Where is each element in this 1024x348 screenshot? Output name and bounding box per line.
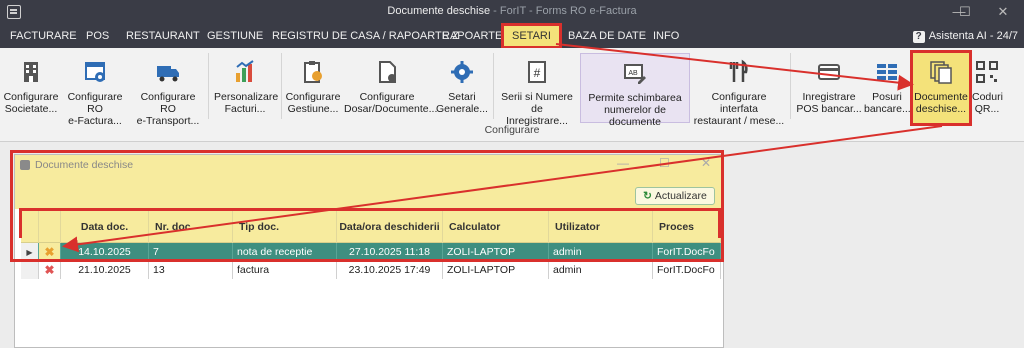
- documente-deschise-button[interactable]: Documente deschise...: [910, 50, 972, 126]
- configurare-societate-button[interactable]: Configurare Societate...: [2, 53, 60, 123]
- menu-bar: FACTURARE POS RESTAURANT GESTIUNE REGIST…: [0, 23, 1024, 49]
- menu-info[interactable]: INFO: [653, 24, 679, 48]
- table-row[interactable]: ✖ 21.10.2025 13 factura 23.10.2025 17:49…: [21, 261, 721, 279]
- window-title: Documente deschise - ForIT - Forms RO e-…: [387, 5, 637, 17]
- separator: [281, 53, 282, 119]
- maximize-button[interactable]: ☐: [950, 3, 980, 21]
- grid-list-icon: [877, 64, 897, 80]
- remove-icon[interactable]: ✖: [39, 261, 61, 279]
- svg-text:AB: AB: [628, 70, 638, 77]
- inregistrare-pos-bancar-button[interactable]: Inregistrare POS bancar...: [796, 53, 862, 123]
- hash-icon: #: [528, 61, 546, 83]
- serii-numere-button[interactable]: # Serii si Numere de Inregistrare...: [496, 53, 578, 127]
- coduri-qr-button[interactable]: Coduri QR...: [972, 53, 1003, 123]
- document-gear-icon: [379, 61, 396, 83]
- setari-generale-button[interactable]: Setari Generale...: [434, 53, 490, 123]
- cell-data-ora: 23.10.2025 17:49: [337, 261, 443, 279]
- annotation-header-frame: [19, 208, 721, 238]
- card-icon: [818, 64, 840, 80]
- annotation-window-frame: [10, 150, 724, 262]
- question-icon: ?: [912, 31, 925, 43]
- configurare-interfata-restaurant-button[interactable]: Configurare interfata restaurant / mese..…: [692, 53, 786, 127]
- separator: [493, 53, 494, 119]
- menu-registru-de-casa[interactable]: REGISTRU DE CASA / RAPOARTE Z: [272, 24, 459, 48]
- posuri-bancare-button[interactable]: Posuri bancare...: [864, 53, 911, 123]
- ribbon: Configurare Societate... Configurare RO e-…: [0, 48, 1024, 142]
- menu-facturare[interactable]: FACTURARE: [10, 24, 77, 48]
- menu-restaurant[interactable]: RESTAURANT: [126, 24, 200, 48]
- title-bar: Documente deschise - ForIT - Forms RO e-…: [0, 0, 1024, 24]
- row-indicator: [21, 261, 39, 279]
- close-button[interactable]: ✕: [988, 3, 1018, 21]
- menu-pos[interactable]: POS: [86, 24, 109, 48]
- edit-text-icon: AB: [624, 64, 646, 84]
- clipboard-icon: [304, 61, 322, 83]
- menu-setari[interactable]: SETARI: [501, 23, 562, 49]
- separator: [208, 53, 209, 119]
- cell-utilizator: admin: [549, 261, 653, 279]
- cell-proces: ForIT.DocFo: [653, 261, 721, 279]
- building-icon: [24, 62, 38, 82]
- efactura-icon: [85, 62, 105, 82]
- cell-data-doc: 21.10.2025: [61, 261, 149, 279]
- cell-tip-doc: factura: [233, 261, 337, 279]
- svg-text:#: #: [534, 66, 541, 80]
- cell-calculator: ZOLI-LAPTOP: [443, 261, 549, 279]
- documents-icon: [930, 61, 952, 84]
- gear-icon: [451, 61, 473, 83]
- qr-code-icon: [976, 61, 998, 83]
- cell-nr-doc: 13: [149, 261, 233, 279]
- help-assistant[interactable]: ? Asistenta AI - 24/7: [912, 24, 1018, 48]
- configurare-etransport-button[interactable]: Configurare RO e-Transport...: [132, 53, 204, 127]
- configurare-efactura-button[interactable]: Configurare RO e-Factura...: [60, 53, 130, 127]
- configurare-dosar-button[interactable]: Configurare Dosar/Documente...: [344, 53, 437, 123]
- separator: [790, 53, 791, 119]
- configurare-gestiune-button[interactable]: Configurare Gestiune...: [284, 53, 342, 123]
- chart-icon: [236, 60, 254, 82]
- personalizare-facturi-button[interactable]: Personalizare Facturi...: [214, 53, 278, 123]
- cutlery-icon: [729, 59, 748, 82]
- menu-rapoarte[interactable]: RAPOARTE: [442, 24, 502, 48]
- menu-gestiune[interactable]: GESTIUNE: [207, 24, 263, 48]
- truck-icon: [157, 66, 179, 82]
- menu-baza-de-date[interactable]: BAZA DE DATE: [568, 24, 646, 48]
- permite-schimbarea-button[interactable]: AB Permite schimbarea numerelor de docume…: [580, 53, 690, 128]
- ribbon-group-label: Configurare: [484, 124, 540, 136]
